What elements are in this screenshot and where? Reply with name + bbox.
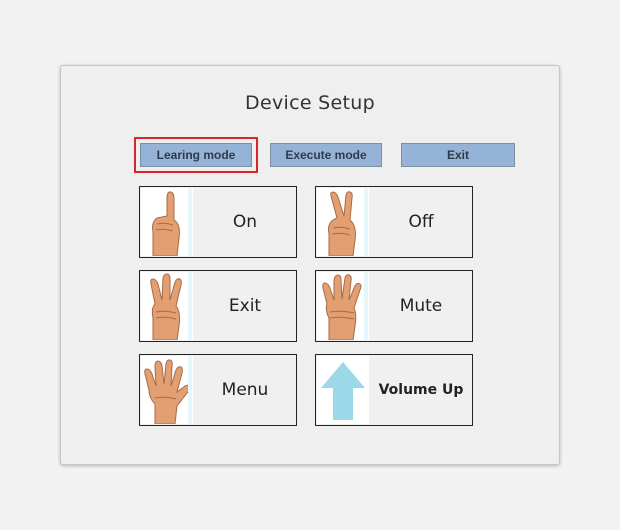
execute-mode-button[interactable]: Execute mode: [270, 143, 382, 167]
image-edge: [188, 188, 192, 256]
gesture-label: Off: [408, 212, 434, 232]
gesture-label: Volume Up: [378, 382, 464, 398]
learning-mode-button[interactable]: Learing mode: [134, 137, 258, 173]
gesture-label: Menu: [221, 380, 269, 400]
two-finger-hand-icon: [317, 188, 369, 256]
gesture-card-menu[interactable]: Menu: [139, 354, 297, 426]
gesture-card-on[interactable]: On: [139, 186, 297, 258]
gesture-label: Exit: [228, 296, 262, 316]
image-edge: [188, 272, 192, 340]
open-hand-icon: [141, 356, 193, 424]
gesture-card-exit[interactable]: Exit: [139, 270, 297, 342]
three-finger-hand-icon: [141, 272, 193, 340]
gesture-card-volume-up[interactable]: Volume Up: [315, 354, 473, 426]
gesture-label: On: [232, 212, 258, 232]
image-edge: [188, 356, 192, 424]
image-edge: [364, 188, 368, 256]
one-finger-hand-icon: [141, 188, 193, 256]
exit-mode-button[interactable]: Exit: [401, 143, 515, 167]
image-edge: [364, 272, 368, 340]
four-finger-hand-icon: [317, 272, 369, 340]
gesture-label: Mute: [399, 296, 443, 316]
page-title: Device Setup: [245, 92, 375, 114]
device-setup-panel: Device Setup Learing mode Execute mode E…: [60, 65, 560, 465]
gesture-card-off[interactable]: Off: [315, 186, 473, 258]
gesture-card-mute[interactable]: Mute: [315, 270, 473, 342]
up-arrow-icon: [317, 356, 369, 424]
